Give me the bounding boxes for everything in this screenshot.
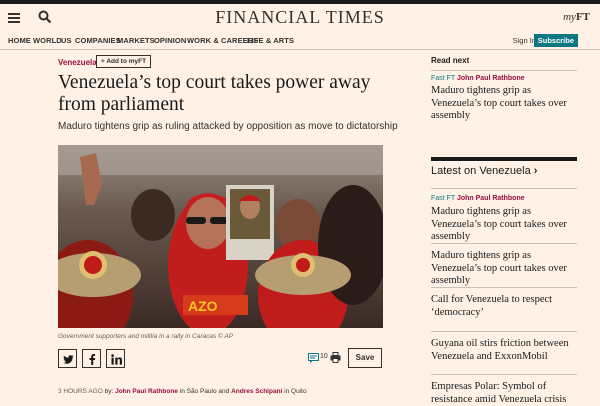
list-item[interactable]: Empresas Polar: Symbol of resistance ami… <box>431 381 581 406</box>
divider <box>431 188 577 189</box>
divider <box>431 70 577 71</box>
comment-count[interactable]: 10 <box>320 353 328 360</box>
sign-in-link[interactable]: Sign In <box>513 36 536 45</box>
timestamp: 3 hours ago <box>58 388 103 395</box>
nav-item-opinion[interactable]: OPINION <box>154 36 186 45</box>
linkedin-share-button[interactable] <box>106 349 125 368</box>
article-standfirst: Maduro tightens grip as ruling attacked … <box>58 121 398 132</box>
nav-item-companies[interactable]: COMPANIES <box>75 36 121 45</box>
nav-item-life-arts[interactable]: LIFE & ARTS <box>247 36 294 45</box>
list-item[interactable]: Guyana oil stirs friction between Venezu… <box>431 338 581 363</box>
photo-caption: Government supporters and militia in a r… <box>58 333 234 340</box>
list-item-tag[interactable]: Fast FT John Paul Rathbone <box>431 195 525 202</box>
list-item[interactable]: Maduro tightens grip as Venezuela’s top … <box>431 250 581 288</box>
divider <box>431 243 577 244</box>
nav-item-us[interactable]: US <box>61 36 72 45</box>
facebook-icon <box>89 354 96 365</box>
divider <box>431 374 577 375</box>
nav-item-home[interactable]: HOME <box>8 36 31 45</box>
list-item[interactable]: Maduro tightens grip as Venezuela’s top … <box>431 206 581 244</box>
read-next-heading: Read next <box>431 56 470 65</box>
read-next-tag[interactable]: Fast FT John Paul Rathbone <box>431 75 525 82</box>
chevron-right-icon: › <box>533 165 538 177</box>
topic-link[interactable]: Venezuela <box>58 58 97 67</box>
twitter-icon <box>63 355 74 364</box>
facebook-share-button[interactable] <box>82 349 101 368</box>
add-to-myft-button[interactable]: + Add to myFT <box>96 55 152 68</box>
nav-item-world[interactable]: WORLD <box>33 36 62 45</box>
comments-icon[interactable] <box>308 353 319 363</box>
nav-item-markets[interactable]: MARKETS <box>117 36 155 45</box>
article-photo: AZO <box>58 145 383 328</box>
article-byline: 3 hours ago by: John Paul Rathbone in Sã… <box>58 388 307 395</box>
list-item[interactable]: Call for Venezuela to respect ‘democracy… <box>431 294 581 319</box>
twitter-share-button[interactable] <box>58 349 77 368</box>
linkedin-icon <box>111 354 122 365</box>
read-next-title[interactable]: Maduro tightens grip as Venezuela’s top … <box>431 85 581 123</box>
author-link[interactable]: John Paul Rathbone <box>115 388 178 395</box>
print-icon[interactable] <box>330 352 341 363</box>
divider <box>431 331 577 332</box>
divider <box>431 157 577 161</box>
site-header: FINANCIAL TIMES myFT <box>0 4 600 32</box>
latest-heading[interactable]: Latest on Venezuela › <box>431 165 537 177</box>
save-button[interactable]: Save <box>348 348 382 368</box>
subscribe-button[interactable]: Subscribe <box>533 34 578 47</box>
article-headline: Venezuela’s top court takes power away f… <box>58 72 371 115</box>
main-nav: HOME WORLD US COMPANIES MARKETS OPINION … <box>0 32 600 50</box>
author-link[interactable]: Andres Schipani <box>231 388 282 395</box>
divider <box>431 287 577 288</box>
myft-link[interactable]: myFT <box>563 11 590 23</box>
svg-text:AZO: AZO <box>188 298 218 314</box>
masthead-logo[interactable]: FINANCIAL TIMES <box>0 7 600 28</box>
